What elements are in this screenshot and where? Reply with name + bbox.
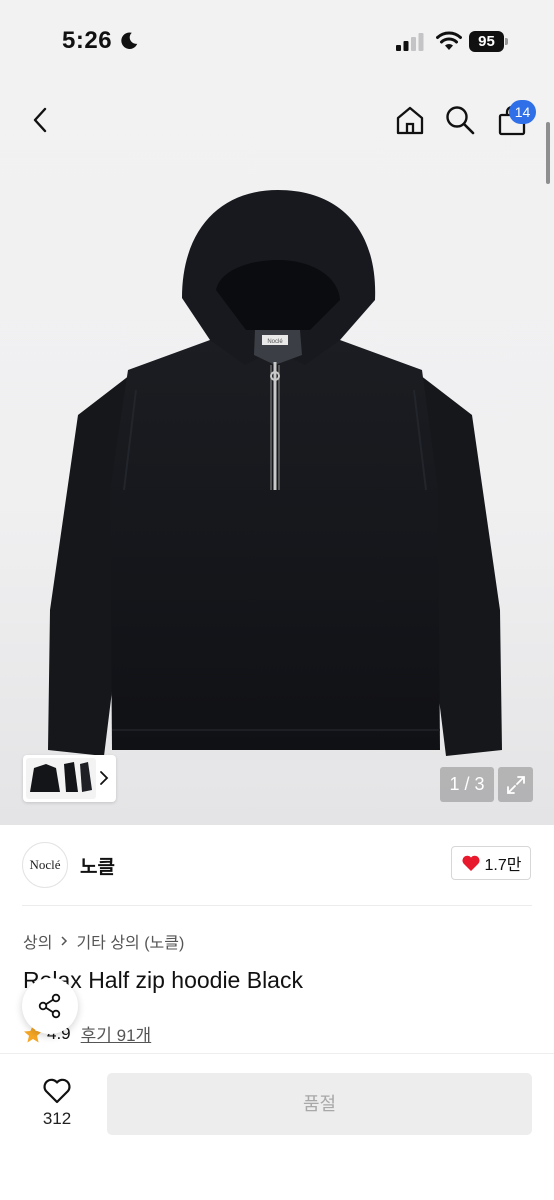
brand-like-count: 1.7만 xyxy=(484,857,522,874)
chevron-right-icon xyxy=(61,936,68,946)
product-image: Noclé xyxy=(48,190,502,756)
search-icon xyxy=(446,106,475,135)
brand-name[interactable]: 노클 xyxy=(80,852,115,879)
cart-count-badge: 14 xyxy=(509,100,536,124)
home-icon xyxy=(396,106,424,135)
product-image-gallery[interactable]: 5:26 95 14 Noclé 1 / 3 xyxy=(0,0,554,825)
wifi-icon xyxy=(436,31,462,50)
home-button[interactable] xyxy=(390,100,430,140)
wishlist-button[interactable]: 312 xyxy=(32,1075,82,1131)
search-button[interactable] xyxy=(440,100,480,140)
heart-filled-icon xyxy=(461,855,480,871)
status-bar: 5:26 95 xyxy=(0,0,554,84)
chevron-right-icon[interactable] xyxy=(98,768,110,788)
hoodie-tag-text: Noclé xyxy=(267,339,283,345)
sold-out-button[interactable]: 품절 xyxy=(107,1073,532,1135)
breadcrumb-subcategory[interactable]: 기타 상의 (노클) xyxy=(76,929,184,953)
expand-image-button[interactable] xyxy=(498,767,533,802)
back-button[interactable] xyxy=(20,100,60,140)
share-icon xyxy=(38,993,61,1019)
status-time: 5:26 xyxy=(62,27,113,54)
thumbnail-image xyxy=(26,758,96,799)
back-chevron-icon xyxy=(33,107,47,133)
moon-icon xyxy=(121,32,138,49)
battery-level: 95 xyxy=(469,31,504,52)
signal-icon xyxy=(396,33,424,51)
review-count-link[interactable]: 후기 91개 xyxy=(81,1021,152,1046)
battery-icon: 95 xyxy=(469,31,509,52)
image-page-indicator: 1 / 3 xyxy=(440,767,494,802)
expand-icon xyxy=(506,775,525,794)
wishlist-count: 312 xyxy=(42,1109,72,1128)
heart-outline-icon xyxy=(43,1078,71,1104)
brand-like-button[interactable]: 1.7만 xyxy=(451,846,531,880)
brand-logo[interactable]: Noclé xyxy=(22,842,68,888)
breadcrumb: 상의 기타 상의 (노클) xyxy=(23,929,184,953)
share-button[interactable] xyxy=(22,978,78,1034)
breadcrumb-category[interactable]: 상의 xyxy=(23,929,52,953)
divider xyxy=(22,905,532,906)
scrollbar[interactable] xyxy=(546,122,550,184)
